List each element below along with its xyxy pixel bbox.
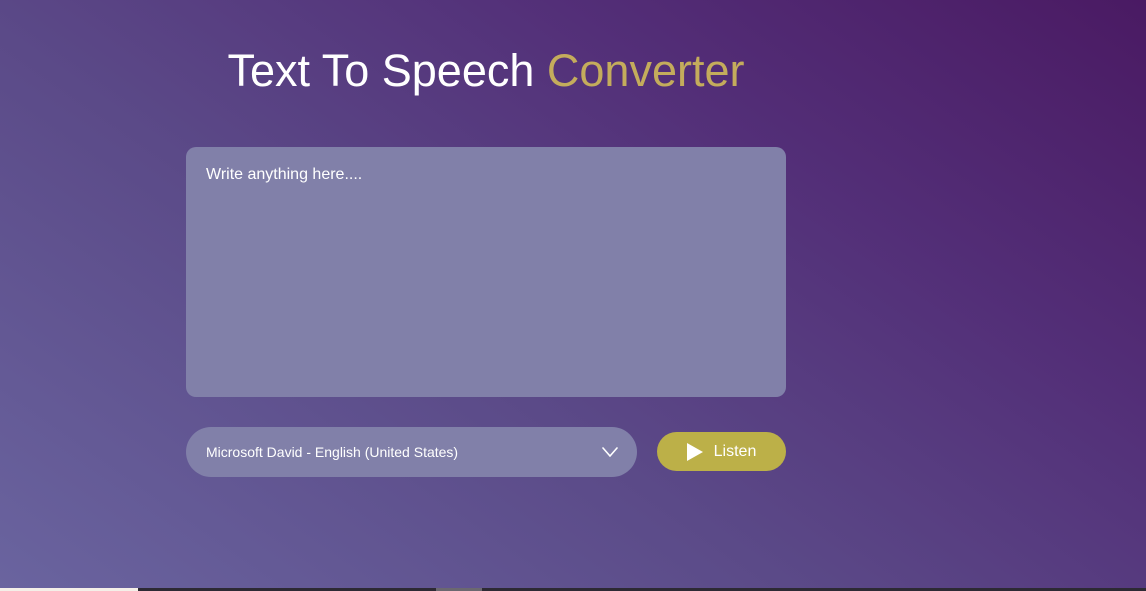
voice-select[interactable]: Microsoft David - English (United States… — [186, 427, 637, 477]
title-main: Text To Speech — [227, 45, 535, 96]
page-title: Text To Speech Converter — [186, 44, 786, 98]
listen-button[interactable]: Listen — [657, 432, 786, 471]
text-input[interactable] — [186, 147, 786, 397]
title-accent: Converter — [546, 45, 745, 96]
chevron-down-icon — [602, 447, 618, 457]
listen-button-label: Listen — [713, 442, 757, 460]
voice-select-value: Microsoft David - English (United States… — [206, 444, 459, 460]
play-icon — [686, 442, 703, 461]
